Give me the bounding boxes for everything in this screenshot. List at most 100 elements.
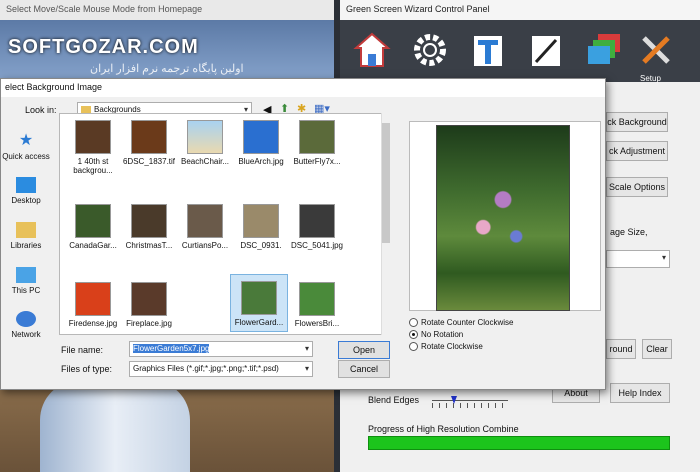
file-label: 1 40th st backgrou... [73, 157, 113, 175]
file-label: DSC_5041.jpg [290, 241, 344, 250]
desktop-item[interactable]: Desktop [1, 177, 51, 205]
file-label: CurtiansPo... [181, 241, 229, 250]
file-label: BlueArch.jpg [238, 157, 284, 166]
watermark: SOFTGOZAR.COM [8, 36, 199, 58]
network-icon [16, 311, 36, 327]
gear-icon[interactable] [406, 26, 454, 74]
file-thumbnail [75, 120, 111, 154]
files-of-type-select[interactable]: Graphics Files (*.gif;*.jpg;*.png;*.tif;… [129, 361, 313, 377]
file-thumbnail [243, 204, 279, 238]
computer-icon [16, 267, 36, 283]
desktop-label: Desktop [11, 196, 41, 205]
this-pc-label: This PC [11, 286, 41, 295]
file-thumbnail [131, 282, 167, 316]
image-size-select[interactable]: ▾ [606, 250, 670, 268]
blend-edges-slider-thumb[interactable] [451, 396, 457, 404]
file-thumbnail [299, 204, 335, 238]
file-label: Fireplace.jpg [126, 319, 172, 328]
radio-button[interactable] [409, 342, 418, 351]
layers-icon[interactable] [580, 26, 628, 74]
rotate-cw-option[interactable]: Rotate Clockwise [409, 342, 483, 351]
preview-image [436, 125, 570, 311]
file-name-value: FlowerGarden5x7.jpg [133, 344, 210, 353]
file-thumbnail [187, 120, 223, 154]
bride-figure [40, 380, 190, 472]
tools-icon[interactable] [632, 26, 680, 74]
file-name-input[interactable]: FlowerGarden5x7.jpg ▾ [129, 341, 313, 357]
file-label: BeachChair... [180, 157, 230, 166]
pick-background-button[interactable]: ck Background [606, 112, 668, 132]
line-icon[interactable] [522, 26, 570, 74]
libraries-label: Libraries [10, 241, 42, 250]
file-item[interactable]: Fireplace.jpg [122, 282, 176, 328]
chevron-down-icon: ▾ [304, 344, 309, 353]
file-item[interactable]: Firedense.jpg [66, 282, 120, 328]
cancel-button[interactable]: Cancel [338, 360, 390, 378]
file-item[interactable]: CanadaGar... [66, 204, 120, 250]
scrollbar-thumb[interactable] [382, 123, 390, 243]
network-item[interactable]: Network [1, 311, 51, 339]
control-panel-toolbar: Setup [340, 20, 700, 83]
file-item[interactable]: BlueArch.jpg [234, 120, 288, 166]
file-thumbnail [241, 281, 277, 315]
file-item[interactable]: BeachChair... [178, 120, 232, 166]
background-round-button[interactable]: round [606, 339, 636, 359]
scale-options-button[interactable]: Scale Options [606, 177, 668, 197]
quick-access-label: Quick access [2, 152, 50, 161]
file-label: FlowersBri... [294, 319, 340, 328]
file-thumbnail [243, 120, 279, 154]
this-pc-item[interactable]: This PC [1, 267, 51, 295]
file-item[interactable]: CurtiansPo... [178, 204, 232, 250]
blend-edges-ticks [432, 403, 508, 408]
file-label: Firedense.jpg [68, 319, 118, 328]
image-size-label: age Size, [610, 227, 648, 237]
files-of-type-value: Graphics Files (*.gif;*.jpg;*.png;*.tif;… [133, 364, 279, 373]
blend-edges-track[interactable] [432, 400, 508, 401]
text-icon[interactable] [464, 26, 512, 74]
libraries-icon [16, 222, 36, 238]
look-in-label: Look in: [25, 105, 57, 115]
libraries-item[interactable]: Libraries [1, 222, 51, 250]
home-icon[interactable] [348, 26, 396, 74]
file-item[interactable]: 1 40th st backgrou... [66, 120, 120, 175]
setup-label: Setup [640, 74, 661, 83]
rotate-cw-label: Rotate Clockwise [421, 342, 483, 351]
file-item[interactable]: DSC_5041.jpg [290, 204, 344, 250]
file-item[interactable]: ChristmasT... [122, 204, 176, 250]
open-button[interactable]: Open [338, 341, 390, 359]
radio-button-selected[interactable] [409, 330, 418, 339]
rotate-ccw-option[interactable]: Rotate Counter Clockwise [409, 318, 513, 327]
file-label: CanadaGar... [69, 241, 117, 250]
radio-button[interactable] [409, 318, 418, 327]
dialog-title: elect Background Image [1, 79, 605, 97]
network-label: Network [11, 330, 41, 339]
file-label: ChristmasT... [125, 241, 173, 250]
file-thumbnail [131, 204, 167, 238]
file-thumbnail [75, 282, 111, 316]
file-thumbnail [75, 204, 111, 238]
help-index-button[interactable]: Help Index [610, 383, 670, 403]
file-label: ButterFly7x... [293, 157, 341, 166]
clear-button[interactable]: Clear [642, 339, 672, 359]
file-item[interactable]: FlowersBri... [290, 282, 344, 328]
file-thumbnail [299, 282, 335, 316]
watermark-subtitle: اولین پایگاه ترجمه نرم افزار ایران [90, 63, 244, 75]
pick-adjustment-button[interactable]: ck Adjustment [606, 141, 668, 161]
chevron-down-icon: ▾ [661, 253, 666, 262]
file-item[interactable]: ButterFly7x... [290, 120, 344, 166]
file-name-label: File name: [61, 345, 104, 355]
select-background-dialog: elect Background Image Look in: Backgrou… [0, 78, 606, 390]
file-item[interactable]: DSC_0931. [234, 204, 288, 250]
rotate-ccw-label: Rotate Counter Clockwise [421, 318, 514, 327]
file-item[interactable]: 6DSC_1837.tif [122, 120, 176, 166]
blend-edges-label: Blend Edges [368, 395, 420, 405]
no-rotation-option[interactable]: No Rotation [409, 330, 463, 339]
files-of-type-label: Files of type: [61, 364, 113, 374]
control-panel-title: Green Screen Wizard Control Panel [340, 0, 700, 20]
quick-access-item[interactable]: ★ Quick access [1, 133, 51, 162]
progress-label: Progress of High Resolution Combine [368, 424, 519, 434]
file-item-selected[interactable]: FlowerGard... [230, 274, 288, 332]
no-rotation-label: No Rotation [421, 330, 464, 339]
file-label: DSC_0931. [240, 241, 282, 250]
background-app-title: Select Move/Scale Mouse Mode from Homepa… [0, 0, 340, 20]
